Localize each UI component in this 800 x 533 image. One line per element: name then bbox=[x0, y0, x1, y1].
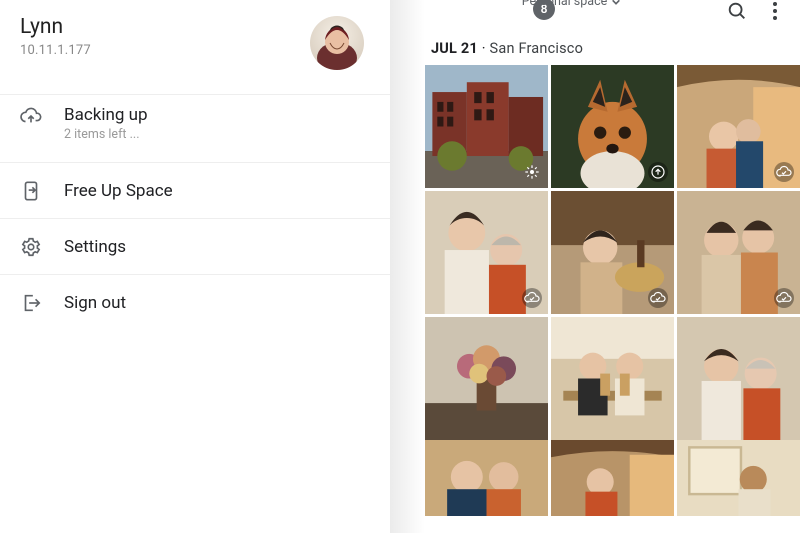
photo-tile[interactable] bbox=[677, 440, 800, 516]
search-icon[interactable] bbox=[726, 0, 748, 22]
photo-tile[interactable] bbox=[425, 191, 548, 314]
profile-row: Lynn 10.11.1.177 bbox=[0, 10, 390, 94]
cloud-done-icon bbox=[774, 288, 794, 308]
chevron-down-icon bbox=[611, 0, 621, 7]
profile-name: Lynn bbox=[20, 16, 91, 39]
cloud-done-icon bbox=[774, 162, 794, 182]
menu-label: Sign out bbox=[64, 293, 126, 313]
cloud-upload-icon bbox=[20, 105, 42, 127]
upload-circle-icon bbox=[648, 162, 668, 182]
topbar: 8 Personal space bbox=[425, 0, 800, 26]
menu-sign-out[interactable]: Sign out bbox=[0, 274, 390, 330]
avatar[interactable] bbox=[310, 16, 364, 70]
profile-ip: 10.11.1.177 bbox=[20, 43, 91, 58]
photo-tile[interactable] bbox=[551, 65, 674, 188]
drawer-scrim bbox=[390, 0, 425, 533]
photo-grid-row bbox=[425, 440, 800, 516]
phone-clean-icon bbox=[20, 180, 42, 202]
photo-tile[interactable] bbox=[551, 440, 674, 516]
menu-sublabel: 2 items left ... bbox=[64, 127, 148, 142]
space-label: Personal space bbox=[522, 0, 608, 9]
sign-out-icon bbox=[20, 292, 42, 314]
photo-grid bbox=[425, 65, 800, 440]
nav-drawer: Lynn 10.11.1.177 bbox=[0, 0, 390, 533]
menu-label: Settings bbox=[64, 237, 126, 257]
menu-free-up-space[interactable]: Free Up Space bbox=[0, 162, 390, 218]
drawer-menu: Backing up 2 items left ... Free Up Spac… bbox=[0, 94, 390, 330]
photo-tile[interactable] bbox=[677, 65, 800, 188]
section-date: JUL 21 bbox=[431, 40, 478, 57]
gear-icon bbox=[20, 236, 42, 258]
sep: · bbox=[478, 40, 490, 57]
photo-tile[interactable] bbox=[425, 317, 548, 440]
section-dateline: JUL 21 · San Francisco bbox=[425, 26, 800, 65]
more-icon[interactable] bbox=[764, 0, 786, 22]
section-location: San Francisco bbox=[490, 40, 584, 57]
cloud-done-icon bbox=[648, 288, 668, 308]
photo-tile[interactable] bbox=[551, 191, 674, 314]
photo-tile[interactable] bbox=[425, 440, 548, 516]
photo-tile[interactable] bbox=[425, 65, 548, 188]
menu-settings[interactable]: Settings bbox=[0, 218, 390, 274]
photo-tile[interactable] bbox=[551, 317, 674, 440]
cloud-done-icon bbox=[522, 288, 542, 308]
menu-label: Backing up bbox=[64, 105, 148, 125]
menu-backing-up[interactable]: Backing up 2 items left ... bbox=[0, 94, 390, 162]
space-dropdown[interactable]: Personal space bbox=[522, 0, 622, 9]
photo-tile[interactable] bbox=[677, 317, 800, 440]
photo-tile[interactable] bbox=[677, 191, 800, 314]
sparkle-icon bbox=[522, 162, 542, 182]
photos-pane: 8 Personal space JUL 21 · San Francisco bbox=[425, 0, 800, 533]
menu-label: Free Up Space bbox=[64, 181, 173, 201]
